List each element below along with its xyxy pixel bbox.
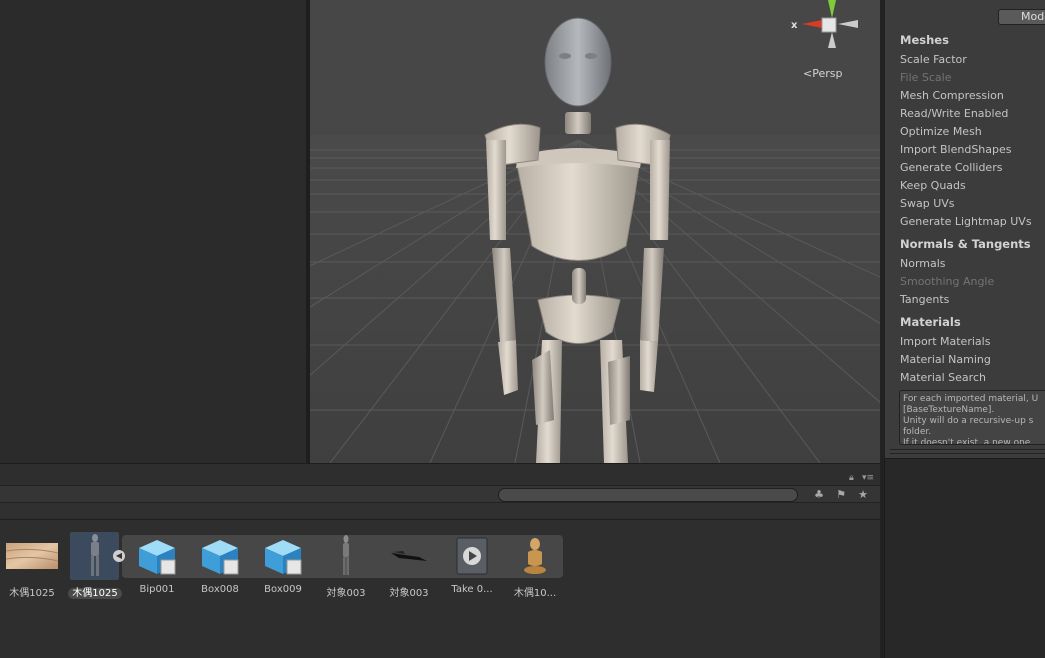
asset-label: Bip001 [139, 584, 175, 595]
filter-by-type-icon[interactable]: ♣ [810, 487, 828, 502]
asset-item-selected[interactable]: 木偶1025 [65, 532, 125, 599]
read-write-enabled-label: Read/Write Enabled [900, 107, 1009, 120]
asset-label: 木偶1025 [61, 584, 129, 599]
smoothing-angle-label: Smoothing Angle [900, 275, 995, 288]
scene-canvas: x [310, 0, 880, 463]
generate-lightmap-uvs-label: Generate Lightmap UVs [900, 215, 1032, 228]
asset-item[interactable]: Bip001 [127, 532, 187, 595]
scale-factor-label: Scale Factor [900, 53, 967, 66]
mesh-cube-icon [127, 532, 187, 580]
flat-mesh-icon [379, 532, 439, 580]
asset-item[interactable]: 対象003 [379, 532, 439, 599]
optimize-mesh-label: Optimize Mesh [900, 125, 982, 138]
model-tab-button[interactable]: Model [998, 9, 1045, 25]
material-search-label: Material Search [900, 371, 986, 384]
lock-icon[interactable]: 🔒︎ [849, 473, 854, 483]
mesh-cube-icon [190, 532, 250, 580]
import-materials-label: Import Materials [900, 335, 991, 348]
persp-chevron-icon: < [803, 67, 813, 80]
section-normals-tangents-header: Normals & Tangents [900, 237, 1031, 251]
asset-label: Take 0... [451, 584, 493, 595]
persp-label-text: Persp [812, 67, 843, 80]
scene-view[interactable]: x <Persp [310, 0, 880, 463]
filter-by-label-icon[interactable]: ⚑ [832, 487, 850, 502]
section-materials-header: Materials [900, 315, 961, 329]
mesh-compression-label: Mesh Compression [900, 89, 1004, 102]
gizmo-x-label: x [791, 20, 798, 31]
material-help-box: For each imported material, U [BaseTextu… [899, 390, 1045, 445]
asset-label: 対象003 [326, 588, 366, 599]
asset-label: 木偶1025 [9, 588, 55, 599]
mesh-cube-icon [253, 532, 313, 580]
breadcrumb [0, 503, 880, 520]
asset-item[interactable]: Box009 [253, 532, 313, 595]
asset-label: 対象003 [389, 588, 429, 599]
favorite-star-icon[interactable]: ★ [854, 487, 872, 502]
asset-item[interactable]: Box008 [190, 532, 250, 595]
search-input[interactable] [498, 488, 798, 502]
animation-clip-icon [442, 532, 502, 580]
project-toolbar: ⚲ ♣ ⚑ ★ [0, 485, 880, 503]
asset-label: Box009 [264, 584, 302, 595]
project-panel: 🔒︎ ▾≡ ⚲ ♣ ⚑ ★ 木偶1025 木偶1025 ◀ [0, 463, 880, 658]
avatar-icon [505, 532, 565, 580]
import-blendshapes-label: Import BlendShapes [900, 143, 1012, 156]
asset-item[interactable]: Take 0... [442, 532, 502, 595]
keep-quads-label: Keep Quads [900, 179, 966, 192]
material-naming-label: Material Naming [900, 353, 991, 366]
swap-uvs-label: Swap UVs [900, 197, 955, 210]
asset-item[interactable]: 対象003 [316, 532, 376, 599]
preview-panel [884, 458, 1045, 658]
file-scale-label: File Scale [900, 71, 952, 84]
asset-item[interactable]: 木偶1025 [2, 532, 62, 599]
persp-toggle[interactable]: <Persp [803, 67, 842, 80]
texture-thumbnail-icon [2, 532, 62, 580]
generate-colliders-label: Generate Colliders [900, 161, 1003, 174]
asset-label: Box008 [201, 584, 239, 595]
figure-mesh-icon [316, 532, 376, 580]
section-meshes-header: Meshes [900, 33, 949, 47]
hierarchy-panel [0, 0, 306, 463]
asset-item[interactable]: 木偶10... [505, 532, 565, 599]
inspector-scrollbar[interactable] [890, 449, 1045, 454]
normals-label: Normals [900, 257, 946, 270]
collapse-arrow-icon[interactable]: ◀ [113, 550, 125, 562]
inspector-panel: Model Meshes Scale Factor File Scale Mes… [884, 0, 1045, 458]
unity-editor: { "scene": { "persp_label": "Persp", "gi… [0, 0, 1045, 658]
asset-label: 木偶10... [513, 588, 557, 599]
panel-menu-icon[interactable]: ▾≡ [862, 473, 874, 483]
tangents-label: Tangents [900, 293, 950, 306]
